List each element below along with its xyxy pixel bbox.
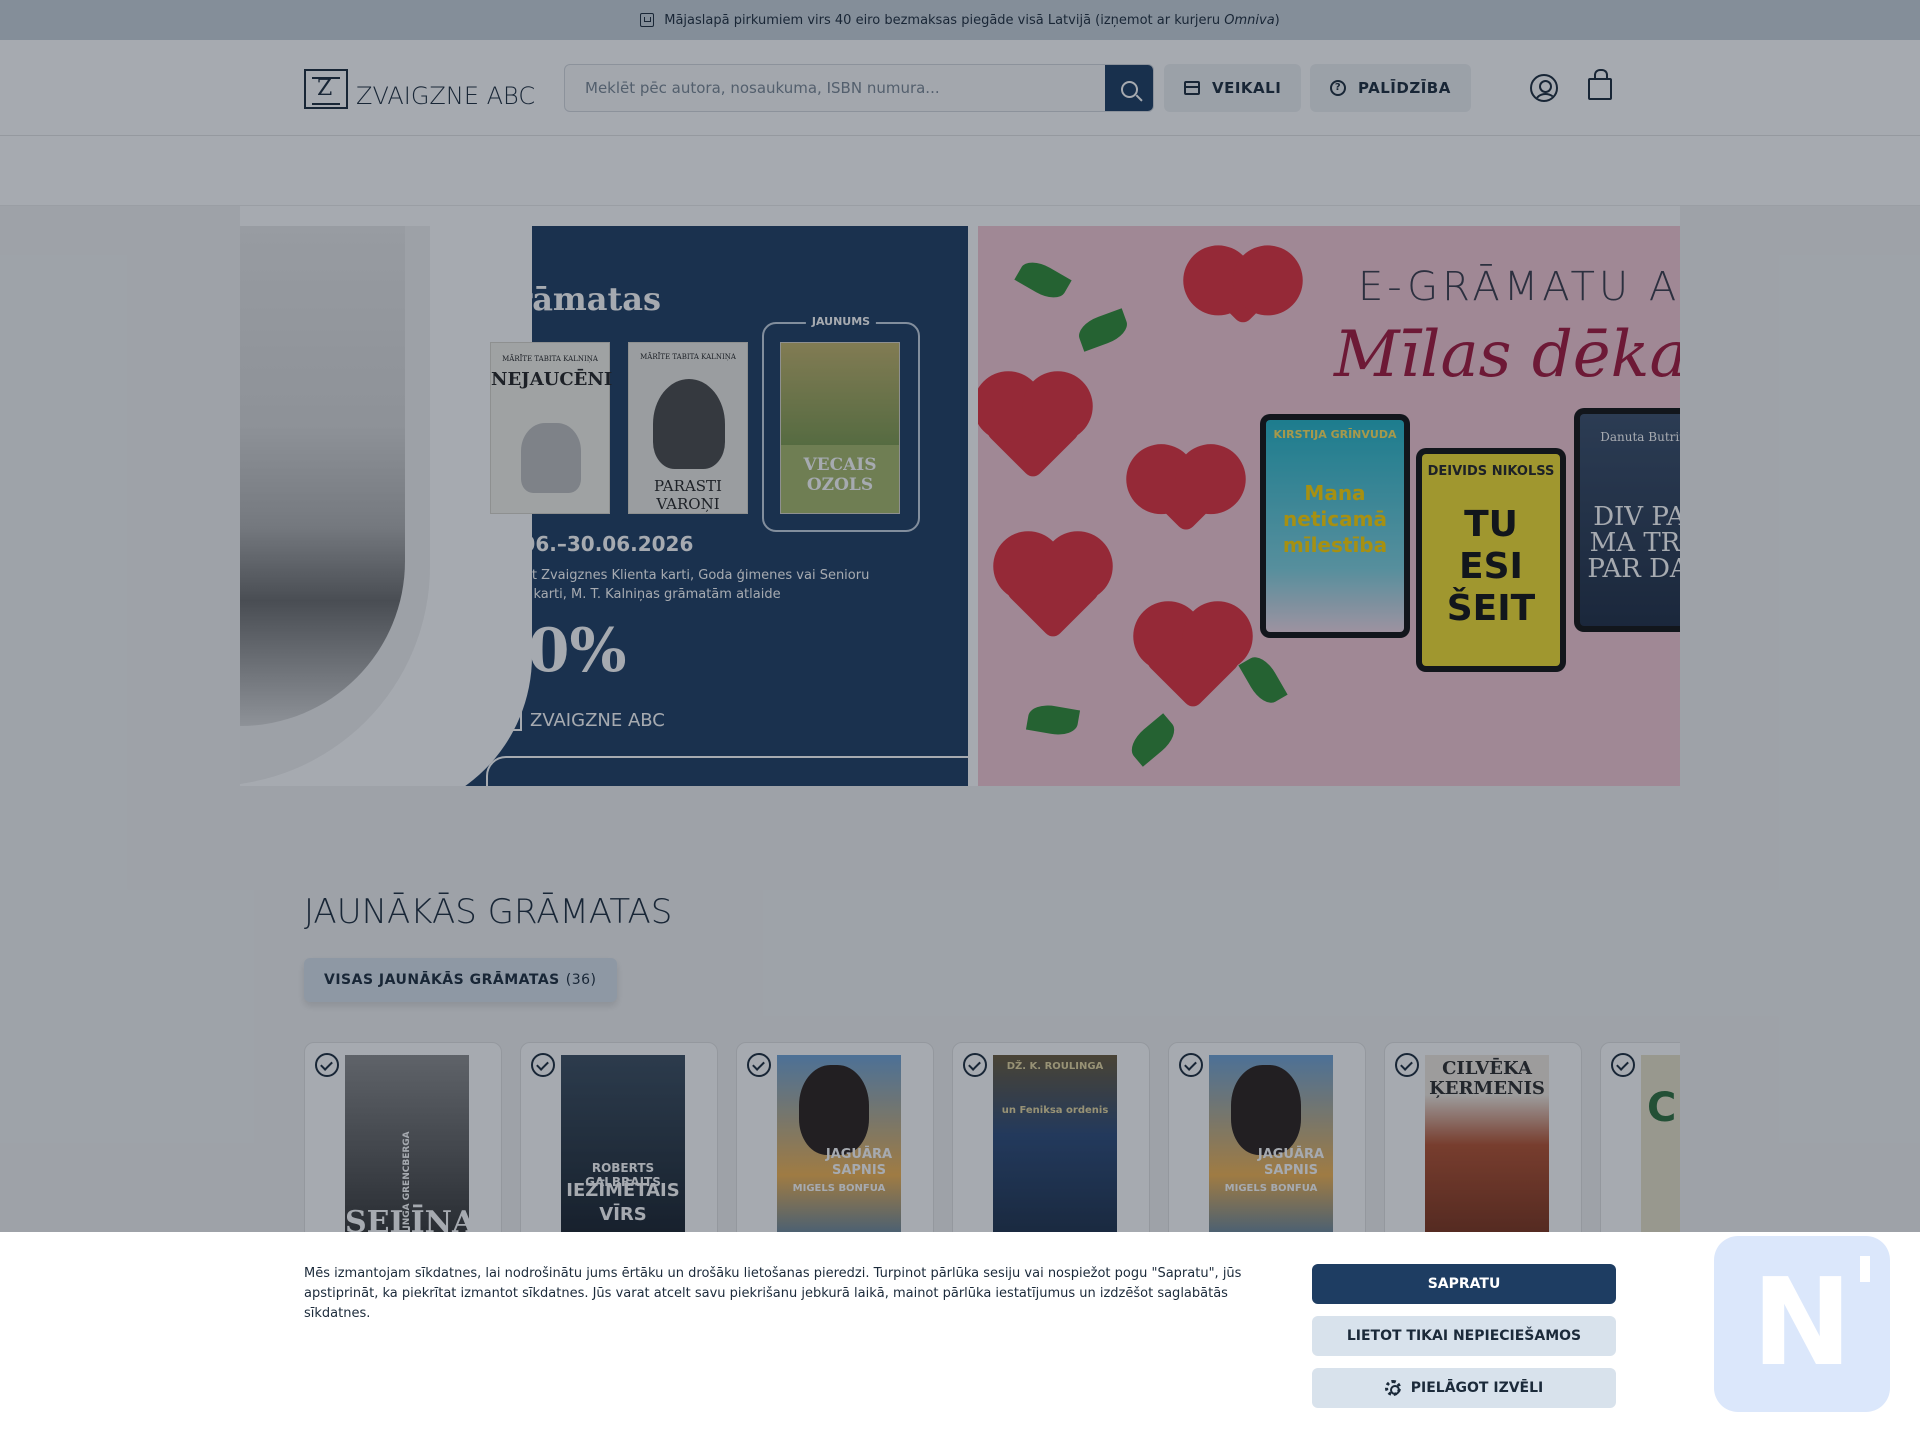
customize-cookies-button[interactable]: PIELĀGOT IZVĒLI [1312, 1368, 1616, 1408]
cookie-banner: Mēs izmantojam sīkdatnes, lai nodrošināt… [0, 1232, 1920, 1440]
accept-cookies-button[interactable]: SAPRATU [1312, 1264, 1616, 1304]
modal-backdrop [0, 0, 1920, 1232]
n-logo-icon: N [1751, 1254, 1871, 1393]
gear-icon [1384, 1380, 1401, 1396]
necessary-cookies-button[interactable]: LIETOT TIKAI NEPIECIEŠAMOS [1312, 1316, 1616, 1356]
n-app-badge[interactable]: N [1714, 1236, 1890, 1412]
cookie-text: Mēs izmantojam sīkdatnes, lai nodrošināt… [304, 1266, 1242, 1321]
